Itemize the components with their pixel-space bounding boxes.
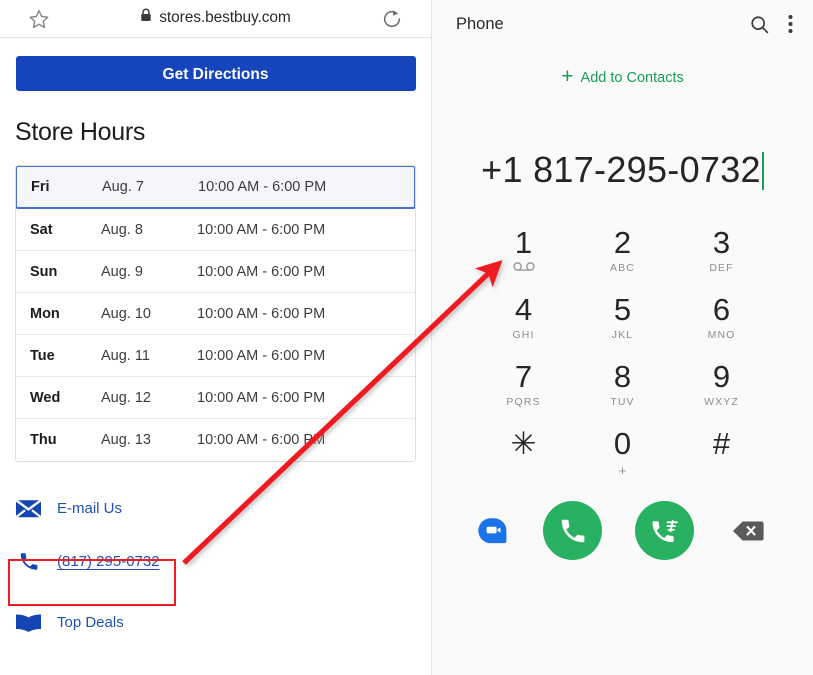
dialed-number-text: +1 817-295-0732 <box>481 149 761 190</box>
link-label: (817) 295-0732 <box>57 553 160 570</box>
dialpad-key-0[interactable]: 0 + <box>573 422 672 489</box>
dialpad: 1 2 ABC 3 DEF 4 GHI 5 JKL 6 MNO 7 PQRS 8 TUV 9 WXYZ ✳ 0 + # <box>432 221 813 489</box>
url-display[interactable]: stores.bestbuy.com <box>0 8 431 27</box>
app-title: Phone <box>456 14 504 33</box>
add-to-contacts-button[interactable]: + Add to Contacts <box>432 65 813 88</box>
dialed-number-display[interactable]: +1 817-295-0732 <box>432 149 813 201</box>
list-item[interactable]: E-mail Us <box>15 487 431 530</box>
dialpad-key-digit: 4 <box>514 292 533 327</box>
table-row: Wed Aug. 12 10:00 AM - 6:00 PM <box>16 377 415 419</box>
text-caret <box>761 152 764 190</box>
table-row: Tue Aug. 11 10:00 AM - 6:00 PM <box>16 335 415 377</box>
add-to-contacts-label: Add to Contacts <box>580 69 684 86</box>
dialpad-key-9[interactable]: 9 WXYZ <box>672 355 771 422</box>
dialpad-key-8[interactable]: 8 TUV <box>573 355 672 422</box>
cell-date: Aug. 8 <box>101 221 143 238</box>
cell-day: Sun <box>30 263 58 280</box>
dialpad-key-digit: 5 <box>613 292 632 327</box>
dialpad-key-digit: 8 <box>613 359 632 394</box>
dialpad-key-letters: TUV <box>610 396 635 408</box>
table-row: Thu Aug. 13 10:00 AM - 6:00 PM <box>16 419 415 461</box>
cell-day: Tue <box>30 347 55 364</box>
browser-pane: stores.bestbuy.com Get Directions Store … <box>0 0 432 675</box>
dialpad-key-letters: GHI <box>512 329 535 341</box>
lock-icon <box>140 8 152 27</box>
dialpad-key-2[interactable]: 2 ABC <box>573 221 672 288</box>
dialpad-key-letters: JKL <box>611 329 634 341</box>
cell-hours: 10:00 AM - 6:00 PM <box>198 179 327 195</box>
link-label: Top Deals <box>57 614 124 631</box>
dialpad-key-digit: # <box>712 426 731 461</box>
cell-date: Aug. 12 <box>101 389 151 406</box>
dialpad-key-digit: 1 <box>514 225 533 260</box>
dialpad-key-digit: 7 <box>514 359 533 394</box>
cell-day: Fri <box>31 179 50 195</box>
dialpad-key-digit: 2 <box>613 225 632 260</box>
cell-day: Thu <box>30 432 57 448</box>
cell-date: Aug. 10 <box>101 305 151 322</box>
dialer-header: Phone <box>432 0 813 48</box>
cell-hours: 10:00 AM - 6:00 PM <box>197 347 326 364</box>
dialpad-key-letters: + <box>618 463 627 478</box>
dialpad-key-digit: ✳ <box>510 426 537 461</box>
backspace-button[interactable] <box>727 514 769 548</box>
cell-hours: 10:00 AM - 6:00 PM <box>197 221 326 238</box>
search-icon[interactable] <box>749 14 770 35</box>
url-text: stores.bestbuy.com <box>159 8 291 26</box>
cell-date: Aug. 9 <box>101 263 143 280</box>
more-vertical-icon[interactable] <box>788 14 793 34</box>
cell-hours: 10:00 AM - 6:00 PM <box>197 263 326 280</box>
dialpad-key-letters: WXYZ <box>704 396 739 408</box>
cell-hours: 10:00 AM - 6:00 PM <box>197 305 326 322</box>
link-label: E-mail Us <box>57 500 123 517</box>
cell-date: Aug. 11 <box>101 347 150 364</box>
screenshot-root: stores.bestbuy.com Get Directions Store … <box>0 0 813 675</box>
cell-hours: 10:00 AM - 6:00 PM <box>197 432 326 448</box>
call-with-note-button[interactable] <box>635 501 694 560</box>
dialpad-key-5[interactable]: 5 JKL <box>573 288 672 355</box>
list-item[interactable]: Top Deals <box>15 601 431 644</box>
table-row: Mon Aug. 10 10:00 AM - 6:00 PM <box>16 293 415 335</box>
dialpad-key-letters: DEF <box>709 262 734 274</box>
phone-dialer-pane: Phone + Add to Contacts +1 817-295-0732 … <box>432 0 813 675</box>
browser-url-bar: stores.bestbuy.com <box>0 0 431 38</box>
dialpad-key-letters: MNO <box>707 329 736 341</box>
cell-day: Sat <box>30 221 53 238</box>
reload-icon[interactable] <box>381 8 403 35</box>
table-row: Sat Aug. 8 10:00 AM - 6:00 PM <box>16 209 415 251</box>
dialer-action-row <box>432 501 813 560</box>
dialpad-key-7[interactable]: 7 PQRS <box>474 355 573 422</box>
book-icon <box>15 613 42 633</box>
plus-icon: + <box>561 65 574 88</box>
envelope-icon <box>15 498 42 519</box>
cell-date: Aug. 13 <box>101 432 151 448</box>
dialpad-key-letters: PQRS <box>506 396 541 408</box>
contact-links-list: E-mail Us (817) 295-0732 Top Deals <box>0 487 431 644</box>
dialpad-key-1[interactable]: 1 <box>474 221 573 288</box>
dialpad-key-star[interactable]: ✳ <box>474 422 573 489</box>
cell-hours: 10:00 AM - 6:00 PM <box>197 389 326 406</box>
duo-video-call-button[interactable] <box>476 514 510 548</box>
voicemail-icon <box>512 262 535 275</box>
page-title: Store Hours <box>15 118 146 146</box>
dialpad-key-3[interactable]: 3 DEF <box>672 221 771 288</box>
dialpad-key-hash[interactable]: # <box>672 422 771 489</box>
dialpad-key-letters: ABC <box>610 262 635 274</box>
table-row: Sun Aug. 9 10:00 AM - 6:00 PM <box>16 251 415 293</box>
dialpad-key-digit: 0 <box>613 426 632 461</box>
cell-day: Wed <box>30 389 61 406</box>
phone-icon <box>15 550 42 573</box>
dialpad-key-digit: 6 <box>712 292 731 327</box>
dialpad-key-4[interactable]: 4 GHI <box>474 288 573 355</box>
list-item[interactable]: (817) 295-0732 <box>15 540 431 583</box>
dialpad-key-digit: 3 <box>712 225 731 260</box>
dialpad-key-6[interactable]: 6 MNO <box>672 288 771 355</box>
call-button[interactable] <box>543 501 602 560</box>
dialpad-key-digit: 9 <box>712 359 731 394</box>
store-hours-table: Fri Aug. 7 10:00 AM - 6:00 PM Sat Aug. 8 10:0… <box>15 165 416 462</box>
cell-day: Mon <box>30 305 60 322</box>
get-directions-button[interactable]: Get Directions <box>15 56 416 91</box>
table-row: Fri Aug. 7 10:00 AM - 6:00 PM <box>16 166 415 209</box>
cell-date: Aug. 7 <box>102 179 144 195</box>
